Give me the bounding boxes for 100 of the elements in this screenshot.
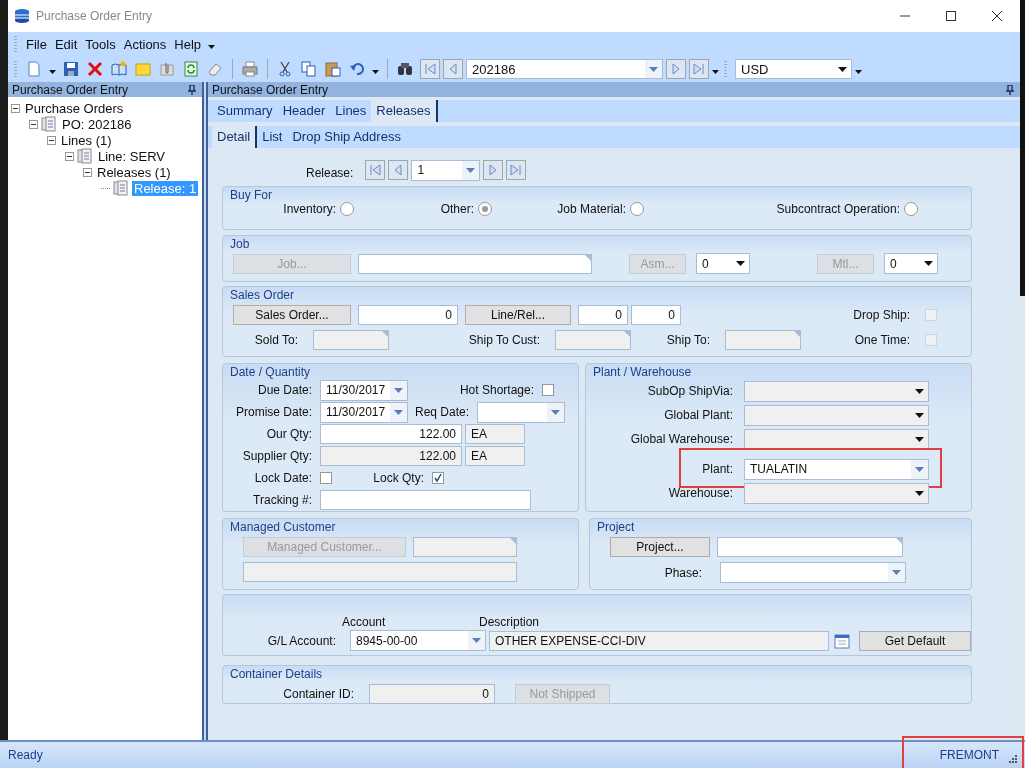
checkbox[interactable] [320, 472, 332, 484]
lookup-field[interactable] [555, 330, 631, 350]
refresh-icon[interactable] [183, 61, 199, 77]
paperclip-icon[interactable] [159, 61, 175, 77]
quantity-field[interactable]: 122.00 [320, 424, 462, 444]
collapse-icon[interactable] [11, 103, 20, 113]
line-field[interactable]: 0 [578, 305, 628, 325]
tree-item[interactable]: Releases (1) [95, 164, 173, 180]
save-icon[interactable] [63, 61, 79, 77]
tree-item[interactable]: Line: SERV [96, 148, 167, 164]
assembly-combo[interactable]: 0 [696, 253, 750, 274]
radio-button[interactable] [478, 202, 492, 216]
menu-item[interactable]: File [22, 34, 51, 54]
tracking-field[interactable] [320, 490, 531, 510]
radio-label: Other: [440, 202, 474, 216]
copy-icon[interactable] [301, 61, 317, 77]
lookup-field[interactable] [725, 330, 801, 350]
lookup-field[interactable] [358, 253, 592, 274]
project-button[interactable]: Project... [610, 537, 710, 557]
release-field[interactable]: 0 [631, 305, 681, 325]
collapse-icon[interactable] [29, 119, 38, 129]
maximize-icon[interactable] [946, 11, 956, 21]
paste-icon[interactable] [325, 61, 341, 77]
radio-button[interactable] [630, 202, 644, 216]
tab[interactable]: Lines [330, 100, 372, 122]
get-default-button[interactable]: Get Default [859, 630, 971, 651]
tab[interactable]: Drop Ship Address [287, 126, 406, 148]
tab[interactable]: Header [277, 100, 331, 122]
currency-combo[interactable]: USD [735, 59, 852, 79]
pin-icon[interactable] [1006, 84, 1014, 95]
menu-item[interactable]: Edit [50, 34, 82, 54]
delete-icon[interactable] [87, 61, 103, 77]
cut-icon[interactable] [277, 61, 293, 77]
caret-icon[interactable] [855, 70, 862, 74]
container-id-field[interactable]: 0 [369, 684, 495, 704]
panel-title: Purchase Order Entry [12, 82, 129, 97]
dropdown-arrow-icon[interactable] [736, 261, 745, 266]
menu-item[interactable]: Tools [81, 34, 120, 54]
radio-button[interactable] [904, 202, 918, 216]
dropdown-arrow-icon[interactable] [924, 261, 933, 266]
group-title: Container Details [229, 666, 324, 681]
field-label: Req Date: [413, 405, 470, 419]
pin-icon[interactable] [188, 84, 197, 95]
date-picker[interactable] [477, 401, 565, 423]
collapse-icon[interactable] [65, 151, 74, 161]
sales-order-button[interactable]: Sales Order... [233, 305, 351, 325]
resize-grip-icon[interactable] [1009, 755, 1017, 763]
field-label: Supplier Qty: [241, 449, 313, 463]
description-field[interactable]: OTHER EXPENSE-CCI-DIV [489, 630, 829, 651]
unit-field[interactable]: EA [465, 446, 525, 466]
checkbox[interactable] [925, 334, 937, 346]
radio-button[interactable] [340, 202, 354, 216]
sales-order-field[interactable]: 0 [358, 305, 458, 325]
quantity-field[interactable]: 122.00 [320, 446, 462, 466]
po-number-combo[interactable]: 202186 [466, 59, 663, 79]
dropdown-field[interactable]: TUALATIN [744, 458, 929, 480]
phase-combo[interactable] [720, 562, 906, 583]
field-label: Global Plant: [663, 408, 734, 422]
lookup-field[interactable] [717, 537, 903, 557]
material-combo[interactable]: 0 [884, 253, 938, 274]
dropdown-arrow-icon[interactable] [838, 66, 847, 72]
collapse-icon[interactable] [83, 167, 92, 177]
lookup-field[interactable] [313, 330, 389, 350]
new-document-icon[interactable] [26, 61, 42, 77]
date-picker[interactable]: 11/30/2017 [320, 401, 408, 423]
unit-field[interactable]: EA [465, 424, 525, 444]
customer-name-field[interactable] [243, 562, 517, 582]
collapse-icon[interactable] [47, 135, 56, 145]
date-picker[interactable]: 11/30/2017 [320, 379, 408, 401]
book-icon[interactable] [111, 61, 127, 77]
checkbox[interactable] [925, 309, 937, 321]
tab[interactable]: List [257, 126, 288, 148]
tree-item[interactable]: Purchase Orders [23, 100, 126, 116]
close-icon[interactable] [992, 11, 1002, 21]
menu-item[interactable]: Actions [119, 34, 171, 54]
caret-icon[interactable] [712, 70, 719, 74]
caret-icon[interactable] [372, 70, 379, 74]
line-release-button[interactable]: Line/Rel... [465, 305, 571, 325]
account-combo[interactable]: 8945-00-00 [350, 630, 486, 651]
caret-icon[interactable] [208, 45, 216, 49]
menu-item[interactable]: Help [170, 34, 206, 54]
database-icon [14, 8, 30, 24]
field-label: Phase: [663, 565, 703, 580]
tab[interactable]: Detail [212, 126, 258, 148]
binoculars-icon[interactable] [397, 61, 413, 77]
tree-item[interactable]: PO: 202186 [60, 116, 134, 132]
field-label: SubOp ShipVia: [646, 384, 734, 398]
eraser-icon[interactable] [207, 61, 223, 77]
tab[interactable]: Releases [371, 100, 438, 122]
release-combo[interactable]: 1 [411, 159, 481, 181]
lookup-field[interactable] [413, 537, 517, 557]
tab[interactable]: Summary [212, 100, 278, 122]
checkbox[interactable] [432, 472, 444, 484]
undo-icon[interactable] [349, 61, 365, 77]
checkbox[interactable] [542, 384, 554, 396]
calendar-icon[interactable] [834, 632, 850, 649]
tree-item[interactable]: Lines (1) [59, 132, 114, 148]
field-label: Ship To Cust: [467, 333, 541, 347]
print-icon[interactable] [242, 61, 258, 77]
caret-icon[interactable] [49, 70, 56, 74]
